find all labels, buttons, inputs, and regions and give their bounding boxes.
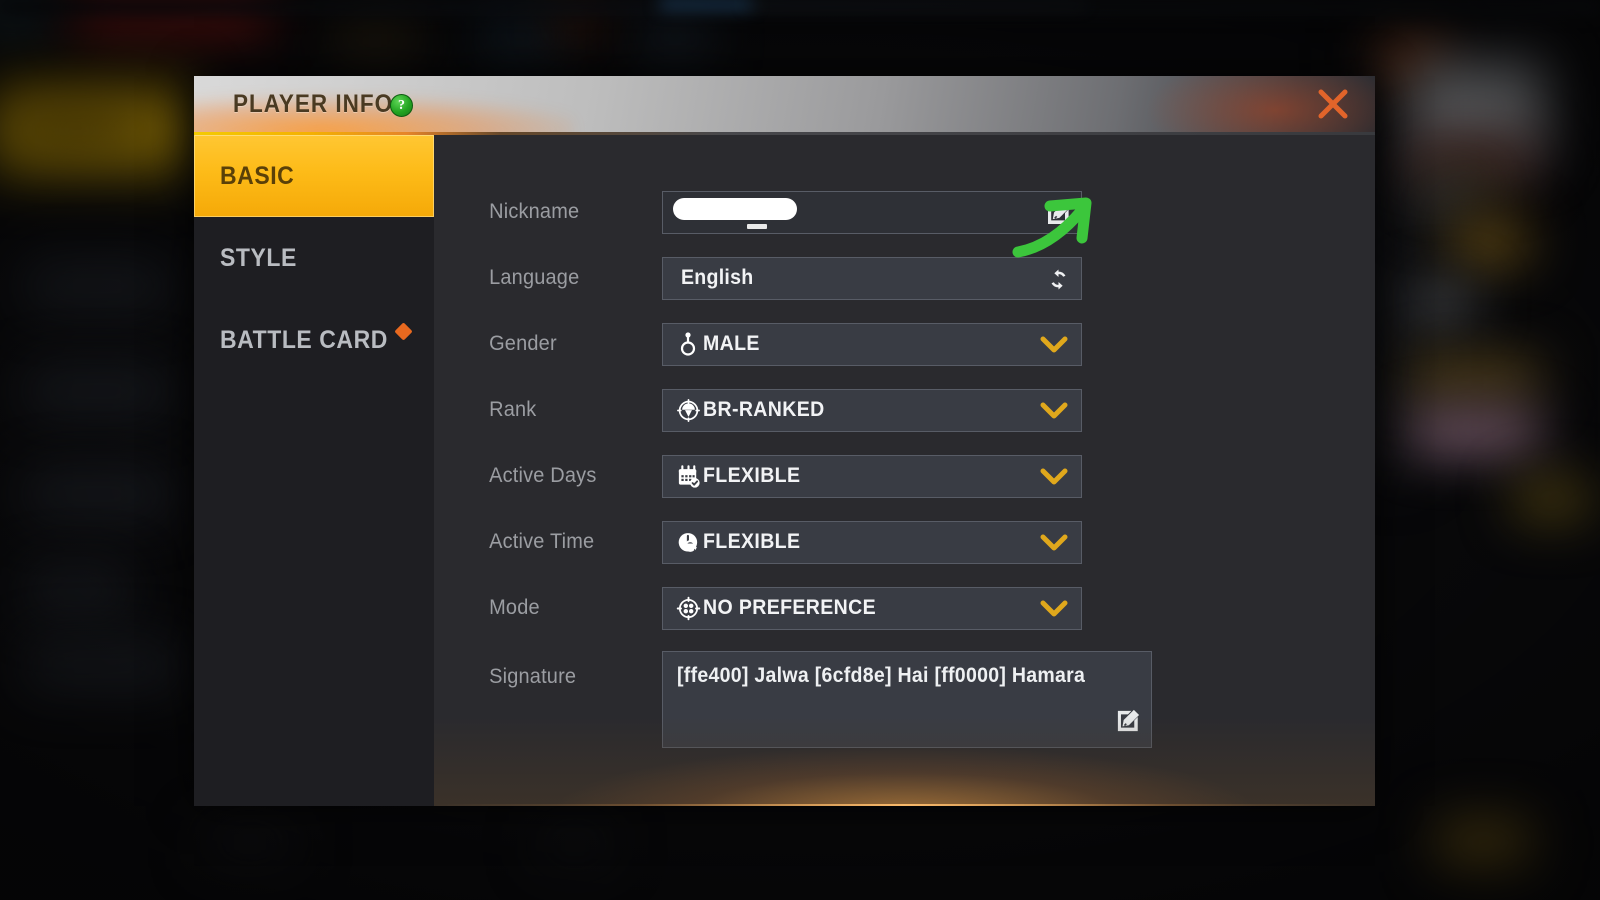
player-info-dialog: PLAYER INFO ? BASIC STYLE BATTLE CARD Ni… bbox=[194, 76, 1375, 806]
signature-field[interactable]: [ffe400] Jalwa [6cfd8e] Hai [ff0000] Ham… bbox=[662, 651, 1152, 748]
signature-value: [ffe400] Jalwa [6cfd8e] Hai [ff0000] Ham… bbox=[677, 664, 1086, 687]
form-row-nickname: Nickname bbox=[434, 179, 1375, 245]
field-label: Active Time bbox=[489, 530, 595, 553]
close-button[interactable] bbox=[1311, 84, 1355, 124]
rank-value: BR-RANKED bbox=[703, 398, 825, 421]
field-label: Active Days bbox=[489, 464, 597, 487]
chevron-down-icon[interactable] bbox=[1039, 335, 1069, 360]
nickname-field[interactable] bbox=[662, 190, 1082, 234]
nickname-redaction bbox=[673, 197, 797, 220]
calendar-icon bbox=[673, 464, 703, 489]
chevron-down-icon[interactable] bbox=[1039, 599, 1069, 624]
new-badge-diamond-icon bbox=[394, 322, 413, 341]
refresh-icon[interactable] bbox=[1046, 267, 1071, 297]
page-title: PLAYER INFO bbox=[233, 90, 394, 118]
male-symbol-icon bbox=[673, 331, 703, 357]
sidebar-item-label: BASIC bbox=[220, 161, 295, 190]
field-label: Nickname bbox=[489, 200, 580, 223]
signature-edit-icon[interactable] bbox=[1115, 708, 1141, 739]
active-days-dropdown[interactable]: FLEXIBLE bbox=[662, 454, 1082, 498]
chevron-down-icon[interactable] bbox=[1039, 533, 1069, 558]
gender-value: MALE bbox=[703, 332, 760, 355]
parachute-icon bbox=[673, 398, 703, 423]
form-row-gender: Gender MALE bbox=[434, 311, 1375, 377]
sidebar-item-basic[interactable]: BASIC bbox=[194, 135, 434, 217]
field-label: Mode bbox=[489, 596, 540, 619]
clock-icon bbox=[673, 530, 703, 555]
chevron-down-icon[interactable] bbox=[1039, 467, 1069, 492]
sidebar: BASIC STYLE BATTLE CARD bbox=[194, 135, 434, 806]
active-time-value: FLEXIBLE bbox=[703, 530, 801, 553]
field-label: Gender bbox=[489, 332, 557, 355]
help-icon[interactable]: ? bbox=[390, 94, 413, 117]
form-row-active-time: Active Time FLEXIBLE bbox=[434, 509, 1375, 575]
form-row-mode: Mode NO PREFERENCE bbox=[434, 575, 1375, 641]
form-row-signature: Signature [ffe400] Jalwa [6cfd8e] Hai [f… bbox=[434, 651, 1375, 748]
crosshair-icon bbox=[673, 596, 703, 621]
active-days-value: FLEXIBLE bbox=[703, 464, 801, 487]
mode-dropdown[interactable]: NO PREFERENCE bbox=[662, 586, 1082, 630]
gender-dropdown[interactable]: MALE bbox=[662, 322, 1082, 366]
chevron-down-icon[interactable] bbox=[1039, 401, 1069, 426]
dialog-title-bar: PLAYER INFO ? bbox=[194, 76, 1375, 132]
form-row-active-days: Active Days FLEXIBLE bbox=[434, 443, 1375, 509]
form-row-rank: Rank BR-RANKED bbox=[434, 377, 1375, 443]
active-time-dropdown[interactable]: FLEXIBLE bbox=[662, 520, 1082, 564]
sidebar-item-label: STYLE bbox=[220, 243, 297, 272]
form-panel: Nickname Language English Gender MALE Ra… bbox=[434, 135, 1375, 806]
sidebar-item-label: BATTLE CARD bbox=[220, 325, 388, 354]
mode-value: NO PREFERENCE bbox=[703, 596, 877, 619]
sidebar-item-battle-card[interactable]: BATTLE CARD bbox=[194, 299, 434, 381]
language-field[interactable]: English bbox=[662, 256, 1082, 300]
rank-dropdown[interactable]: BR-RANKED bbox=[662, 388, 1082, 432]
nickname-edit-icon[interactable] bbox=[1045, 200, 1072, 232]
field-label: Signature bbox=[489, 665, 577, 688]
field-label: Rank bbox=[489, 398, 537, 421]
language-value: English bbox=[681, 266, 754, 289]
panel-bottom-line bbox=[434, 804, 1375, 806]
sidebar-item-style[interactable]: STYLE bbox=[194, 217, 434, 299]
dialog-body: BASIC STYLE BATTLE CARD Nickname Languag… bbox=[194, 135, 1375, 806]
form-rows: Nickname Language English Gender MALE Ra… bbox=[434, 179, 1375, 748]
form-row-language: Language English bbox=[434, 245, 1375, 311]
field-label: Language bbox=[489, 266, 580, 289]
nickname-redaction-dash bbox=[747, 223, 767, 229]
close-icon bbox=[1318, 89, 1348, 119]
